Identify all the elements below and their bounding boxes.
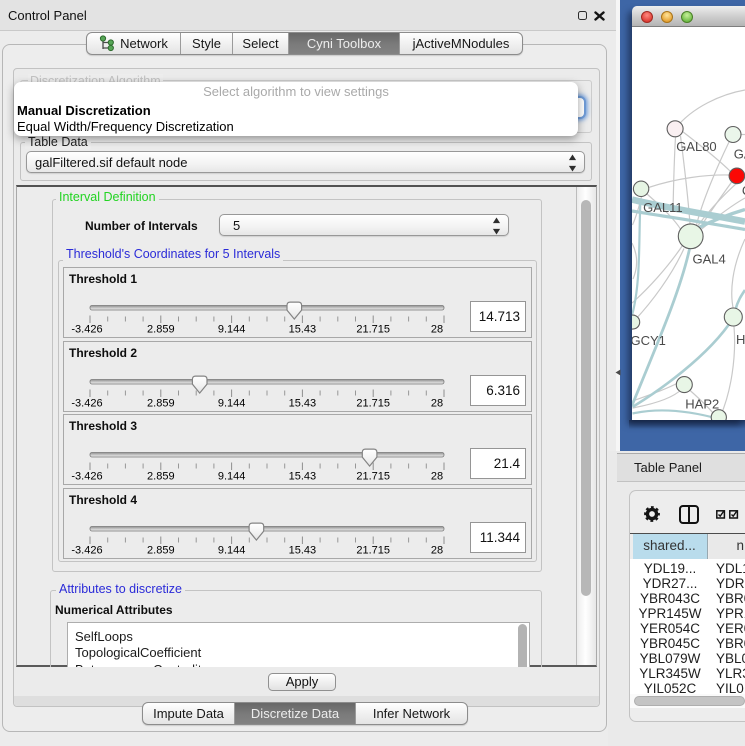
svg-text:21.715: 21.715 bbox=[356, 324, 390, 336]
svg-text:H: H bbox=[736, 332, 745, 347]
svg-text:-3.426: -3.426 bbox=[71, 471, 102, 483]
svg-text:21.715: 21.715 bbox=[356, 397, 390, 409]
svg-text:28: 28 bbox=[431, 324, 443, 336]
svg-text:GAL80: GAL80 bbox=[676, 139, 716, 154]
svg-text:28: 28 bbox=[431, 544, 443, 556]
svg-text:9.144: 9.144 bbox=[218, 471, 246, 483]
svg-text:2.859: 2.859 bbox=[147, 471, 175, 483]
svg-text:-3.426: -3.426 bbox=[71, 397, 102, 409]
svg-text:9.144: 9.144 bbox=[218, 544, 246, 556]
svg-text:21.715: 21.715 bbox=[356, 544, 390, 556]
svg-text:GAL11: GAL11 bbox=[643, 200, 683, 215]
svg-text:9.144: 9.144 bbox=[218, 397, 246, 409]
svg-text:9.144: 9.144 bbox=[218, 324, 246, 336]
svg-text:2.859: 2.859 bbox=[147, 324, 175, 336]
svg-text:-3.426: -3.426 bbox=[71, 324, 102, 336]
svg-text:GAL4: GAL4 bbox=[693, 252, 726, 267]
svg-text:15.43: 15.43 bbox=[289, 397, 317, 409]
svg-text:28: 28 bbox=[431, 471, 443, 483]
svg-text:GA.: GA. bbox=[734, 147, 745, 162]
svg-text:15.43: 15.43 bbox=[289, 471, 317, 483]
svg-text:-3.426: -3.426 bbox=[71, 544, 102, 556]
svg-text:15.43: 15.43 bbox=[289, 544, 317, 556]
svg-text:HAP2: HAP2 bbox=[685, 397, 719, 412]
svg-text:15.43: 15.43 bbox=[289, 324, 317, 336]
svg-text:2.859: 2.859 bbox=[147, 544, 175, 556]
svg-text:2.859: 2.859 bbox=[147, 397, 175, 409]
svg-text:GCY1: GCY1 bbox=[632, 333, 666, 348]
svg-text:28: 28 bbox=[431, 397, 443, 409]
svg-text:21.715: 21.715 bbox=[356, 471, 390, 483]
